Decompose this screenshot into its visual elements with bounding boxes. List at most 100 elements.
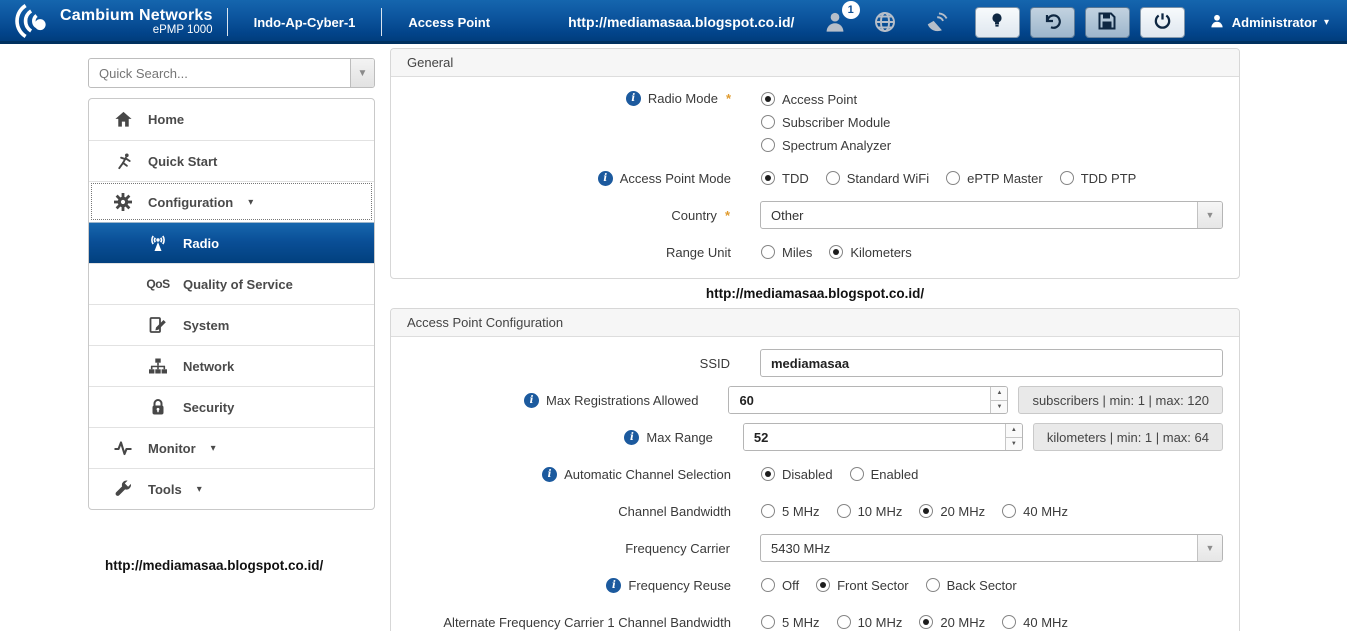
- sidebar-item-home[interactable]: Home: [89, 99, 374, 140]
- qos-icon: QoS: [146, 277, 170, 291]
- spinner-up-button[interactable]: ▲: [1005, 424, 1022, 438]
- chevron-down-icon: ▾: [210, 442, 216, 454]
- units-hint: kilometers | min: 1 | max: 64: [1032, 423, 1223, 451]
- lock-icon: [146, 397, 170, 417]
- content-watermark: http://mediamasaa.blogspot.co.id/: [705, 286, 925, 301]
- undo-button[interactable]: [1029, 6, 1075, 38]
- device-mode: Access Point: [408, 14, 491, 30]
- sidebar-item-label: Quick Start: [148, 153, 218, 169]
- sidebar-item-radio[interactable]: Radio: [89, 222, 374, 263]
- radio-option[interactable]: Standard WiFi: [825, 168, 930, 188]
- sidebar-item-quick-start[interactable]: Quick Start: [89, 140, 374, 181]
- save-button[interactable]: [1084, 6, 1130, 38]
- info-icon[interactable]: i: [523, 392, 539, 408]
- radio-option[interactable]: 5 MHz: [761, 612, 820, 631]
- radio-option[interactable]: Access Point: [761, 89, 857, 109]
- info-icon[interactable]: i: [606, 577, 622, 593]
- home-icon: [111, 110, 135, 129]
- spinner-down-button[interactable]: ▼: [991, 400, 1008, 413]
- info-icon[interactable]: i: [597, 170, 613, 186]
- radio-option[interactable]: 20 MHz: [919, 612, 985, 631]
- radio-option[interactable]: Disabled: [761, 464, 833, 484]
- radio-option[interactable]: 5 MHz: [761, 501, 820, 521]
- sidebar-item-security[interactable]: Security: [89, 386, 374, 427]
- radio-option[interactable]: Kilometers: [829, 242, 912, 262]
- row-channel-bandwidth: Channel Bandwidth 5 MHz 10 MHz 20 MHz 40…: [391, 497, 1223, 525]
- undo-icon: [1042, 11, 1062, 34]
- radio-option[interactable]: ePTP Master: [946, 168, 1043, 188]
- chevron-down-icon: ▾: [196, 483, 202, 495]
- option-label: Front Sector: [837, 577, 909, 593]
- sidebar-item-tools[interactable]: Tools ▾: [89, 468, 374, 509]
- option-label: 10 MHz: [857, 614, 903, 630]
- power-reboot-button[interactable]: [1139, 6, 1185, 38]
- user-name: Administrator: [1231, 14, 1317, 30]
- max-range-input[interactable]: [743, 424, 1005, 450]
- user-menu[interactable]: Administrator ▾: [1209, 13, 1329, 32]
- info-icon[interactable]: i: [625, 91, 641, 106]
- field-label: Country: [671, 207, 717, 223]
- radio-option[interactable]: Off: [761, 575, 799, 595]
- max-registrations-input[interactable]: [729, 387, 991, 413]
- dropdown-arrow-button[interactable]: ▼: [1197, 202, 1222, 228]
- radio-option[interactable]: Miles: [761, 242, 812, 262]
- option-label: Standard WiFi: [846, 170, 930, 186]
- radio-button: [761, 615, 775, 629]
- gear-icon: [111, 192, 135, 212]
- info-icon[interactable]: i: [542, 466, 558, 482]
- frequency-carrier-select[interactable]: 5430 MHz ▼: [760, 534, 1223, 562]
- sidebar-item-monitor[interactable]: Monitor ▾: [89, 427, 374, 468]
- radio-button: [761, 115, 775, 129]
- option-label: 40 MHz: [1023, 614, 1068, 630]
- radio-option[interactable]: TDD: [761, 168, 809, 188]
- chevron-down-icon: ▼: [357, 67, 368, 79]
- field-label: Max Registrations Allowed: [545, 392, 699, 408]
- brand-model: ePMP 1000: [152, 24, 213, 37]
- radio-option[interactable]: 10 MHz: [836, 501, 902, 521]
- option-label: Off: [782, 577, 800, 593]
- radio-option[interactable]: 10 MHz: [836, 612, 903, 631]
- hint-tooltips-button[interactable]: [974, 6, 1020, 38]
- spinner-down-button[interactable]: ▼: [1005, 437, 1022, 450]
- radio-option[interactable]: Enabled: [849, 464, 918, 484]
- sidebar-item-configuration[interactable]: Configuration ▾: [89, 181, 374, 222]
- connected-users-indicator[interactable]: 1: [823, 1, 860, 34]
- radio-button: [761, 171, 775, 185]
- field-label: SSID: [699, 355, 730, 371]
- ssid-input[interactable]: [760, 349, 1223, 377]
- header-url-watermark: http://mediamasaa.blogspot.co.id/: [568, 14, 795, 30]
- field-label: Max Range: [646, 429, 713, 445]
- sidebar-item-quality-of-service[interactable]: QoS Quality of Service: [89, 263, 374, 304]
- user-icon: [1209, 13, 1225, 32]
- radio-option[interactable]: 40 MHz: [1002, 612, 1068, 631]
- radio-option[interactable]: Back Sector: [925, 575, 1017, 595]
- pulse-icon: [111, 438, 135, 458]
- info-icon[interactable]: i: [624, 429, 640, 445]
- radio-option[interactable]: 40 MHz: [1002, 501, 1068, 521]
- row-country: Country * Other ▼: [391, 201, 1223, 229]
- quick-search-dropdown-button[interactable]: ▼: [350, 59, 374, 87]
- option-label: TDD PTP: [1080, 170, 1137, 186]
- quick-search-input[interactable]: [89, 59, 350, 87]
- radio-option[interactable]: Spectrum Analyzer: [761, 135, 891, 155]
- option-label: Access Point: [782, 91, 858, 107]
- brand-name: Cambium Networks: [60, 6, 213, 24]
- radio-option[interactable]: TDD PTP: [1059, 168, 1137, 188]
- spinner-up-button[interactable]: ▲: [991, 387, 1008, 401]
- radio-button: [836, 504, 851, 518]
- chevron-down-icon: ▾: [248, 196, 254, 208]
- internet-status-icon: [873, 10, 897, 34]
- radio-button: [1002, 504, 1017, 518]
- sidebar-item-network[interactable]: Network: [89, 345, 374, 386]
- option-label: 20 MHz: [940, 503, 986, 519]
- dropdown-arrow-button[interactable]: ▼: [1197, 535, 1222, 561]
- radio-option[interactable]: 20 MHz: [919, 501, 985, 521]
- cambium-logo-icon: [12, 2, 52, 43]
- option-label: Miles: [782, 244, 813, 260]
- row-access-point-mode: i Access Point Mode TDD Standard WiFi eP…: [391, 164, 1223, 192]
- radio-option[interactable]: Subscriber Module: [761, 112, 890, 132]
- radio-option[interactable]: Front Sector: [816, 575, 909, 595]
- country-select[interactable]: Other ▼: [760, 201, 1223, 229]
- radio-button: [1002, 615, 1017, 629]
- sidebar-item-system[interactable]: System: [89, 304, 374, 345]
